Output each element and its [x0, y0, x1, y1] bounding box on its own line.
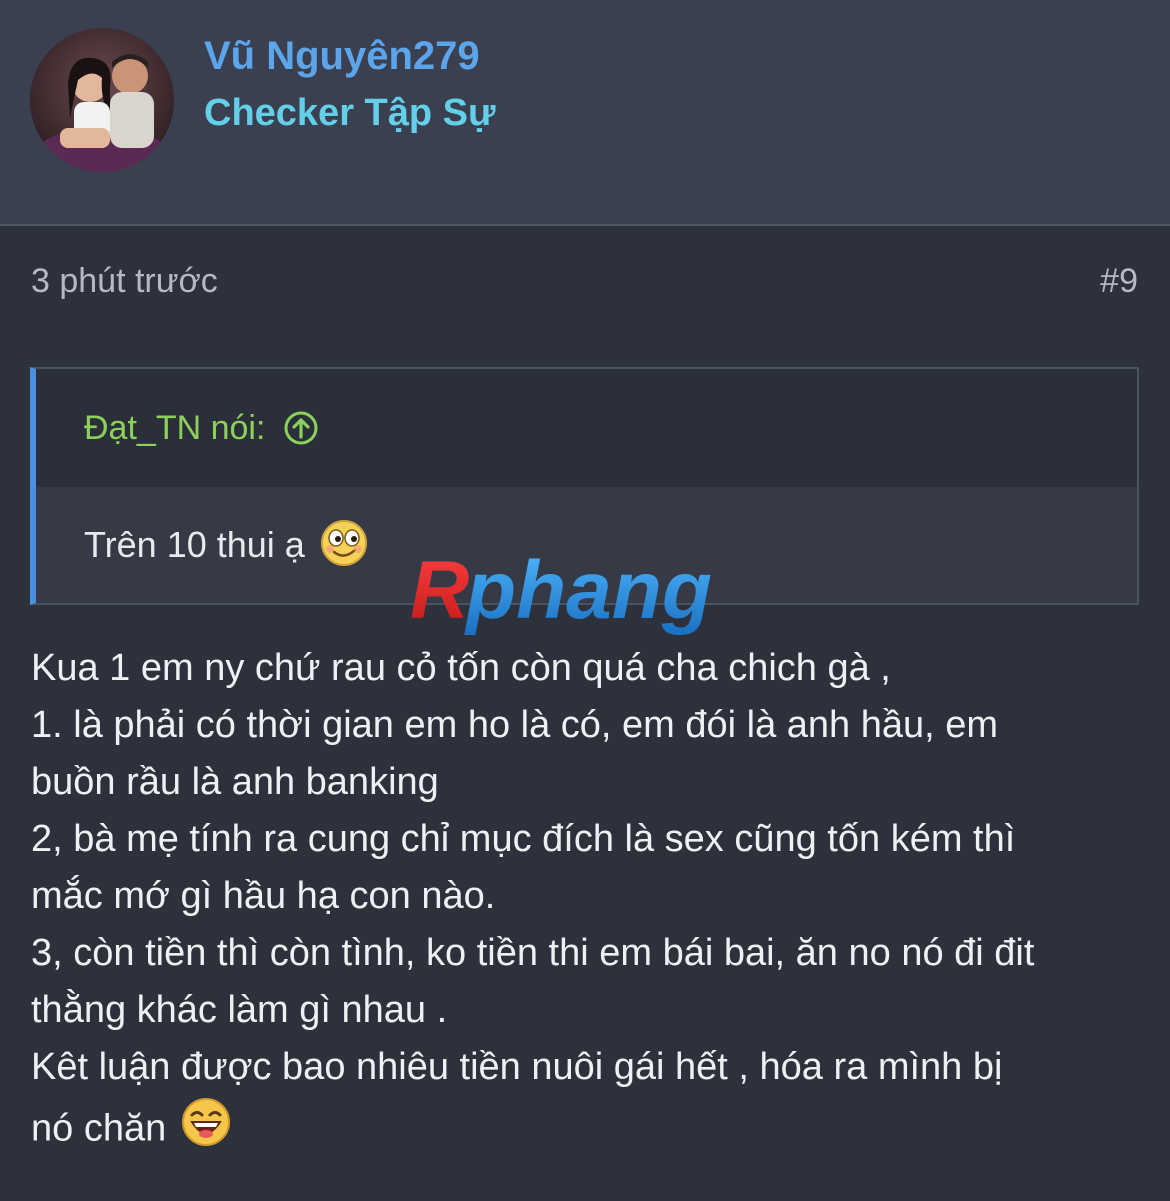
post-line: 1. là phải có thời gian em ho là có, em … [31, 704, 999, 746]
post-line: Kua 1 em ny chứ rau cỏ tốn còn quá cha c… [31, 647, 891, 689]
quote-header: Đạt_TN nói: [36, 369, 1137, 487]
post-line-text: nó chăn [31, 1107, 167, 1150]
avatar-photo [30, 28, 174, 172]
post-line: 3, còn tiền thì còn tình, ko tiền thi em… [31, 932, 1035, 974]
laughing-smiley-icon [180, 1096, 232, 1165]
svg-text:phang: phang [464, 548, 712, 636]
post-line: Kêt luận được bao nhiêu tiền nuôi gái hế… [31, 1046, 1003, 1088]
post-line: thằng khác làm gì nhau . [31, 989, 448, 1031]
post-line-last: nó chăn [31, 1096, 1141, 1165]
username[interactable]: Vũ Nguyên279 [204, 34, 480, 79]
quote-text: Trên 10 thui ạ [84, 524, 305, 565]
post-header: Vũ Nguyên279 Checker Tập Sự [0, 0, 1170, 226]
post-line: mắc mớ gì hầu hạ con nào. [31, 875, 496, 917]
post-number[interactable]: #9 [1100, 262, 1138, 301]
post-body: Kua 1 em ny chứ rau cỏ tốn còn quá cha c… [31, 640, 1141, 1165]
watermark-logo: R phang [410, 545, 770, 648]
post-line: buồn rầu là anh banking [31, 761, 439, 803]
avatar[interactable] [30, 28, 174, 172]
svg-text:R: R [410, 548, 469, 636]
arrow-up-circle-icon[interactable] [283, 410, 319, 446]
winking-smiley-icon [319, 518, 369, 573]
post-line: 2, bà mẹ tính ra cung chỉ mục đích là se… [31, 818, 1016, 860]
quote-author[interactable]: Đạt_TN nói: [84, 409, 265, 448]
user-title: Checker Tập Sự [204, 92, 496, 134]
post-timestamp[interactable]: 3 phút trước [31, 262, 218, 301]
